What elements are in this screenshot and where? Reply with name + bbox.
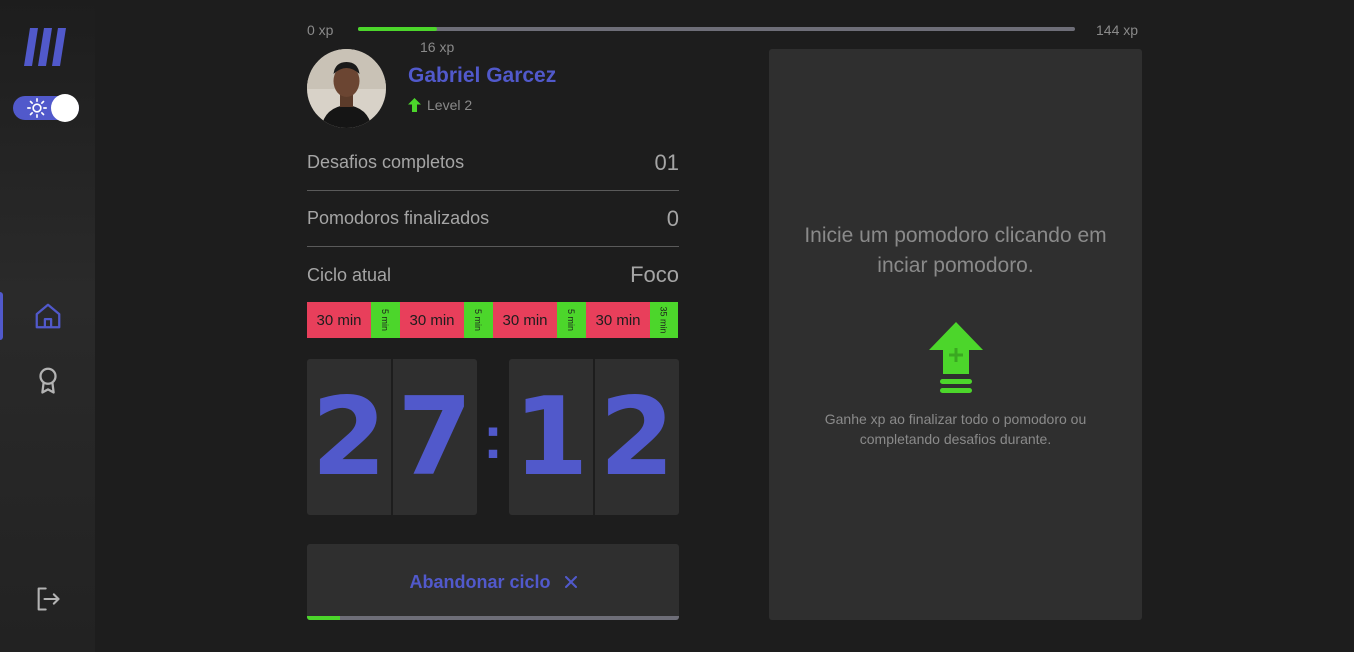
stat-current-cycle: Ciclo atual Foco (307, 247, 679, 303)
home-icon (35, 303, 60, 329)
cycle-focus-segment: 30 min (586, 302, 650, 338)
timer-digit: 1 (509, 359, 595, 515)
theme-toggle[interactable] (13, 94, 79, 122)
cycle-break-label: 5 min (566, 308, 577, 332)
toggle-knob (51, 94, 79, 122)
countdown-timer: 2 7 : 1 2 (307, 359, 679, 515)
timer-separator: : (483, 403, 503, 471)
stat-value: 01 (654, 149, 679, 175)
level-up-arrow-icon (408, 98, 421, 112)
cycle-break-label: 35 min (658, 306, 669, 334)
cycle-progress-bar (307, 616, 679, 620)
brand-logo[interactable] (22, 28, 68, 66)
cycle-break-label: 5 min (473, 308, 484, 332)
cycle-break-segment: 5 min (557, 302, 586, 338)
logout-button[interactable] (0, 575, 95, 623)
sun-icon (27, 98, 47, 118)
xp-current-label: 16 xp (420, 39, 455, 55)
cycle-focus-segment: 30 min (400, 302, 464, 338)
stat-label: Desafios completos (307, 152, 465, 172)
xp-progress-fill (358, 27, 437, 31)
sidebar (0, 0, 95, 652)
stat-label: Pomodoros finalizados (307, 208, 490, 228)
stat-pomodoros: Pomodoros finalizados 0 (307, 191, 679, 247)
nav-home[interactable] (0, 292, 95, 340)
cycle-long-break-segment: 35 min (650, 302, 678, 338)
card-title: Inicie um pomodoro clicando em inciar po… (804, 224, 1107, 277)
cycle-strip: 30 min 5 min 30 min 5 min 30 min 5 min 3… (307, 302, 679, 338)
cycle-focus-segment: 30 min (307, 302, 371, 338)
cycle-break-label: 5 min (380, 308, 391, 332)
level-label: Level 2 (427, 97, 473, 113)
cycle-progress-fill (307, 616, 341, 620)
timer-digit: 2 (599, 374, 675, 500)
xp-progress-bar (358, 27, 1075, 31)
avatar (307, 49, 386, 128)
level-up-icon (929, 322, 983, 393)
cycle-break-segment: 5 min (371, 302, 400, 338)
timer-digit: 2 (307, 359, 393, 515)
profile-name: Gabriel Garcez (408, 64, 557, 87)
timer-minutes: 2 7 (307, 359, 477, 515)
timer-digit: 7 (397, 374, 473, 500)
stat-value: 0 (666, 205, 679, 231)
cycle-break-segment: 5 min (464, 302, 493, 338)
cycle-focus-segment: 30 min (493, 302, 557, 338)
timer-seconds: 1 2 (509, 359, 679, 515)
abandon-cycle-label: Abandonar ciclo (409, 571, 551, 592)
card-text: Ganhe xp ao finalizar todo o pomodoro ou… (824, 411, 1087, 447)
logout-icon (37, 587, 60, 611)
challenge-card: Inicie um pomodoro clicando em inciar po… (769, 49, 1142, 620)
stat-label: Ciclo atual (307, 264, 392, 285)
stat-value: Foco (630, 262, 679, 287)
xp-max-label: 144 xp (1096, 22, 1139, 38)
nav-award[interactable] (0, 356, 95, 404)
xp-min-label: 0 xp (307, 22, 334, 38)
award-icon (38, 367, 57, 394)
stat-challenges: Desafios completos 01 (307, 135, 679, 191)
abandon-cycle-button[interactable]: Abandonar ciclo (307, 544, 679, 620)
level-info: Level 2 (408, 97, 472, 113)
close-icon (564, 576, 577, 588)
